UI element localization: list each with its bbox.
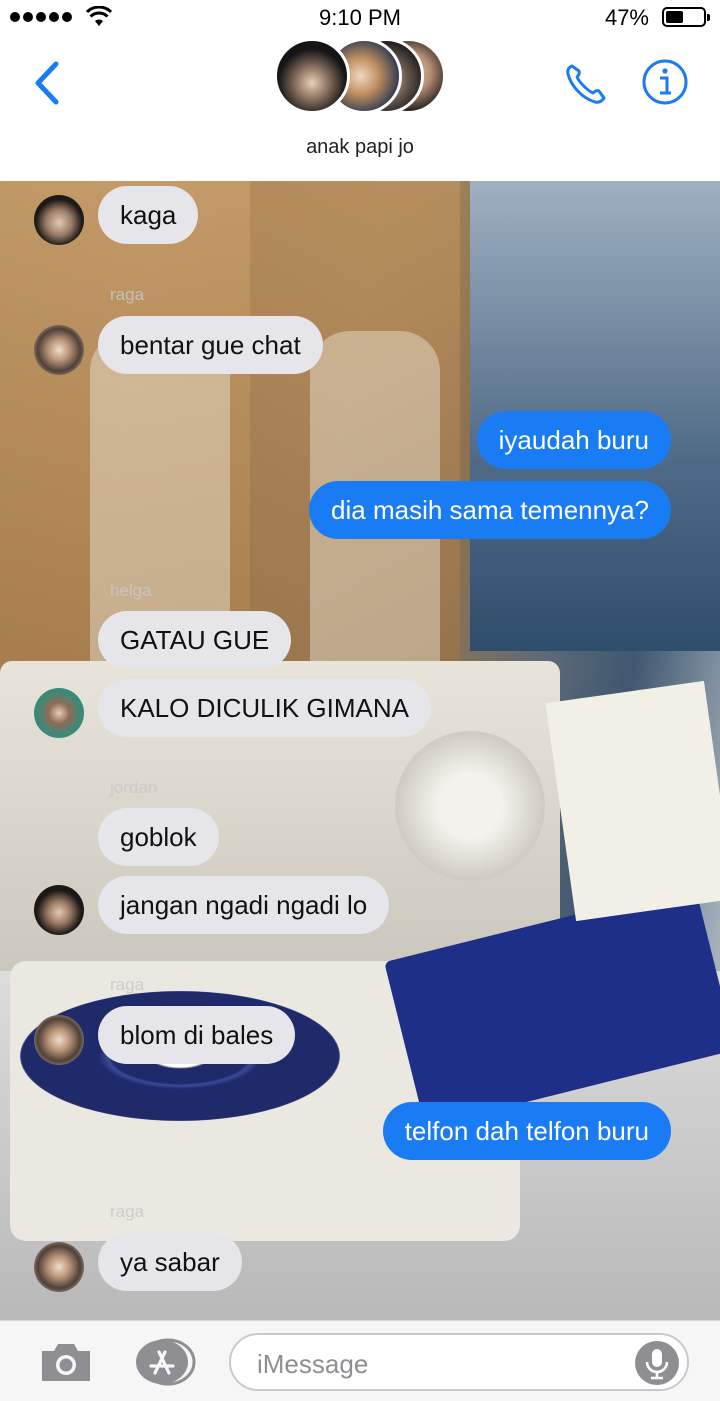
avatar (274, 38, 350, 114)
message-bubble[interactable]: KALO DICULIK GIMANA (98, 679, 431, 737)
message-bubble[interactable]: jangan ngadi ngadi lo (98, 876, 390, 934)
avatar[interactable] (34, 885, 84, 935)
sender-name: helga (110, 581, 152, 600)
message-bubble[interactable]: blom di bales (98, 1006, 296, 1064)
avatar[interactable] (34, 1242, 84, 1292)
microphone-icon[interactable] (635, 1341, 679, 1385)
battery-icon (662, 7, 710, 27)
message-bubble[interactable]: GATAU GUE (98, 611, 292, 669)
message-bubble[interactable]: ya sabar (98, 1233, 242, 1291)
group-name[interactable]: anak papi jo (0, 136, 720, 159)
group-avatar-stack[interactable] (274, 38, 446, 118)
message-input-placeholder: iMessage (257, 1349, 369, 1379)
wallpaper-sticker-sheet (545, 680, 720, 922)
message-bubble[interactable]: iyaudah buru (476, 411, 671, 469)
wallpaper-speaker (395, 731, 545, 881)
sender-name: jordan (110, 778, 158, 797)
avatar[interactable] (34, 325, 84, 375)
app-store-icon[interactable] (131, 1338, 197, 1386)
message-bubble[interactable]: kaga (98, 186, 199, 244)
message-bubble[interactable]: dia masih sama temennya? (309, 481, 671, 539)
status-bar: 9:10 PM 47% (0, 0, 720, 36)
chevron-left-icon[interactable] (28, 58, 68, 108)
avatar[interactable] (34, 688, 84, 738)
avatar[interactable] (34, 195, 84, 245)
info-icon[interactable] (641, 58, 689, 106)
message-input[interactable]: iMessage (229, 1333, 689, 1391)
compose-bar: iMessage (0, 1320, 720, 1401)
message-bubble[interactable]: bentar gue chat (98, 316, 323, 374)
sender-name: raga (110, 285, 145, 304)
message-bubble[interactable]: telfon dah telfon buru (382, 1102, 671, 1160)
conversation-header: anak papi jo (0, 36, 720, 182)
battery-percentage: 47% (604, 5, 649, 30)
avatar[interactable] (34, 1015, 84, 1065)
phone-icon[interactable] (562, 60, 610, 108)
camera-icon[interactable] (38, 1339, 94, 1385)
message-bubble[interactable]: goblok (98, 808, 219, 866)
sender-name: raga (110, 1202, 145, 1221)
sender-name: raga (110, 975, 145, 994)
